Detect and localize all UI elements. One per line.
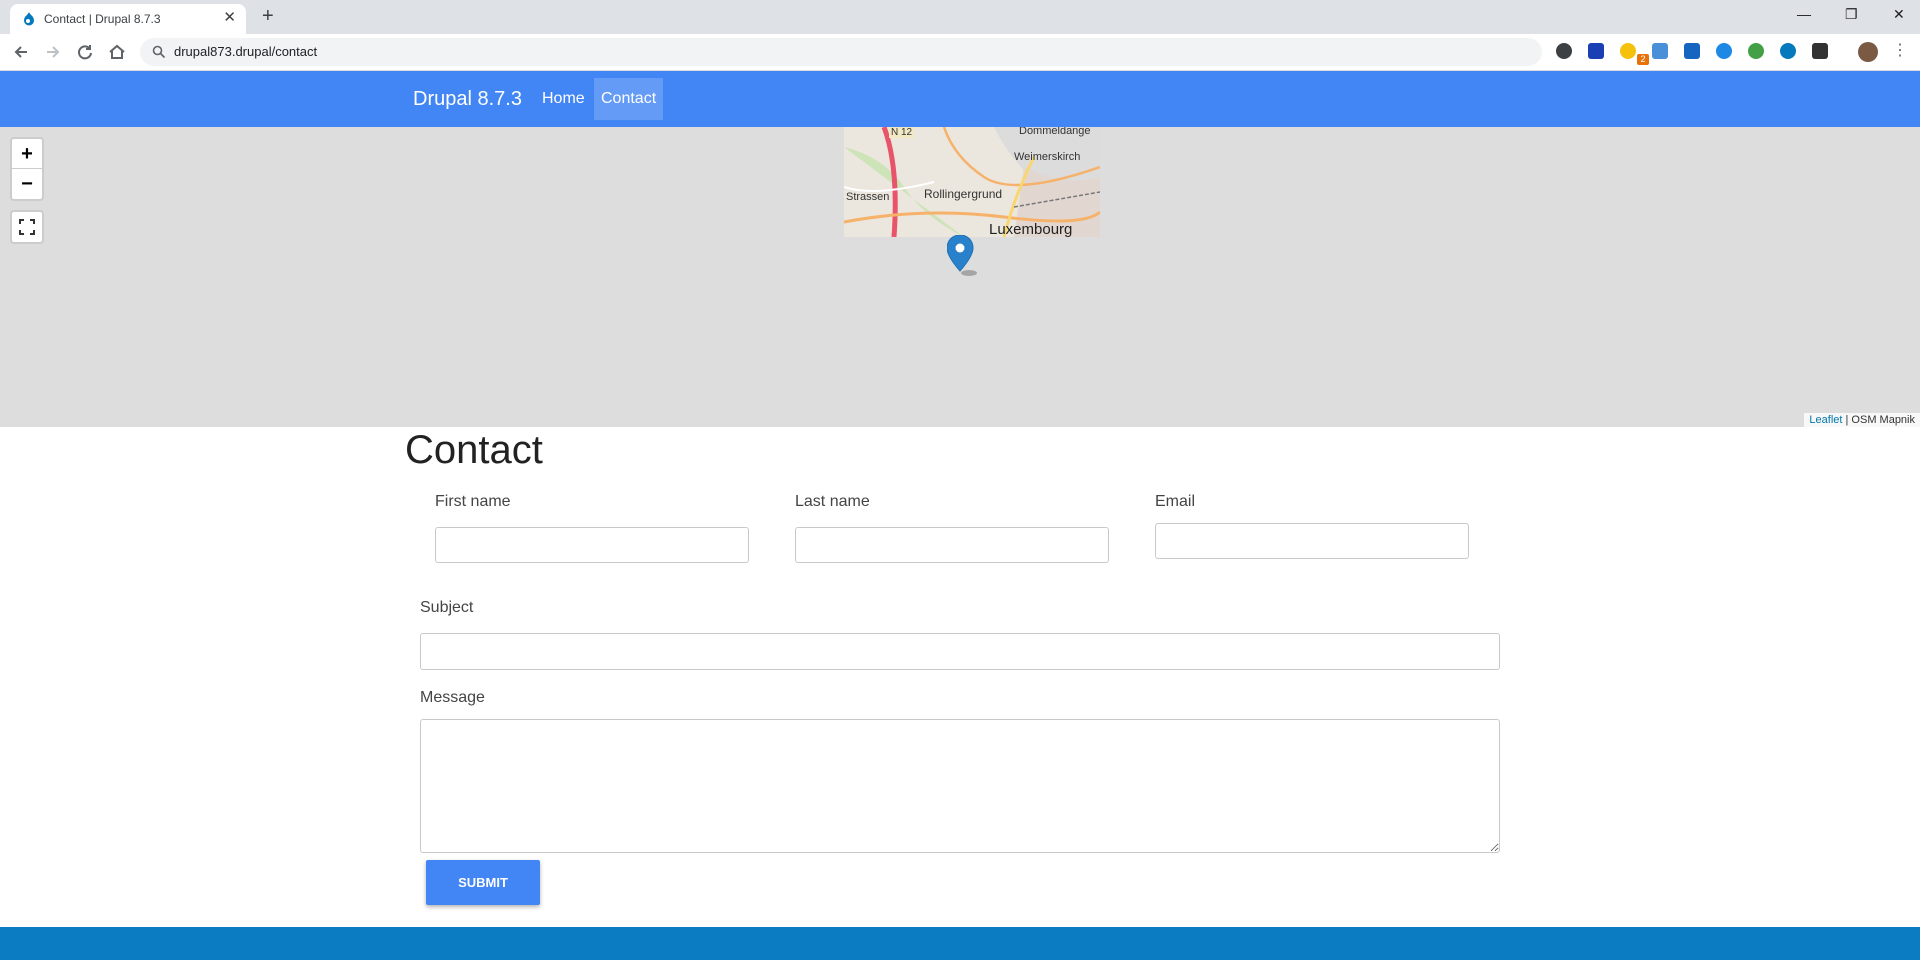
fullscreen-icon	[19, 219, 35, 235]
attribution-text: OSM Mapnik	[1851, 414, 1915, 426]
page-title: Contact	[405, 428, 543, 472]
tab-title: Contact | Drupal 8.7.3	[44, 12, 161, 26]
forward-icon[interactable]	[42, 41, 64, 63]
extension-3-icon[interactable]	[1620, 43, 1636, 59]
last-name-label: Last name	[795, 493, 870, 510]
address-url: drupal873.drupal/contact	[174, 44, 318, 59]
site-footer	[0, 927, 1920, 960]
map-label: Weimerskirch	[1014, 151, 1081, 163]
map-label: N 12	[889, 127, 915, 138]
drupal-favicon-icon	[24, 12, 34, 26]
subject-label: Subject	[420, 599, 474, 616]
leaflet-map[interactable]: N 12 Dommeldange Weimerskirch Strassen R…	[0, 127, 1920, 427]
zoom-out-button[interactable]: −	[12, 169, 42, 199]
map-marker-icon[interactable]	[947, 235, 977, 279]
extension-7-icon[interactable]	[1748, 43, 1764, 59]
home-icon[interactable]	[106, 41, 128, 63]
browser-toolbar: drupal873.drupal/contact 2 ⋮	[0, 34, 1920, 71]
first-name-field[interactable]	[435, 527, 749, 563]
map-attribution: Leaflet | OSM Mapnik	[1804, 413, 1920, 427]
zoom-in-button[interactable]: +	[12, 139, 42, 169]
extension-4-icon[interactable]	[1652, 43, 1668, 59]
address-bar[interactable]: drupal873.drupal/contact	[140, 38, 1542, 66]
search-icon	[152, 45, 166, 59]
subject-field[interactable]	[420, 633, 1500, 670]
map-tile: N 12 Dommeldange Weimerskirch Strassen R…	[844, 127, 1100, 237]
minimize-icon[interactable]: —	[1797, 6, 1811, 22]
email-field[interactable]	[1155, 523, 1469, 559]
nav-home-link[interactable]: Home	[535, 85, 592, 113]
restore-icon[interactable]: ❐	[1845, 6, 1858, 22]
new-tab-button[interactable]: +	[262, 6, 274, 26]
browser-tab[interactable]: Contact | Drupal 8.7.3 ✕	[10, 4, 246, 34]
extension-badge: 2	[1637, 54, 1649, 65]
map-label: Luxembourg	[989, 221, 1073, 237]
extension-2-icon[interactable]	[1588, 43, 1604, 59]
map-label: Rollingergrund	[924, 187, 1003, 201]
extension-1-icon[interactable]	[1556, 43, 1572, 59]
nav-contact-link[interactable]: Contact	[594, 78, 664, 120]
extension-6-icon[interactable]	[1716, 43, 1732, 59]
site-header: Drupal 8.7.3 Home Contact	[0, 71, 1920, 127]
map-label: Strassen	[846, 191, 890, 203]
profile-avatar[interactable]	[1858, 42, 1878, 62]
fullscreen-button[interactable]	[10, 210, 44, 244]
first-name-label: First name	[435, 493, 511, 510]
browser-tabstrip: Contact | Drupal 8.7.3 ✕ + — ❐ ✕	[0, 0, 1920, 34]
extension-5-icon[interactable]	[1684, 43, 1700, 59]
extension-9-icon[interactable]	[1812, 43, 1828, 59]
window-close-icon[interactable]: ✕	[1893, 6, 1905, 22]
leaflet-link[interactable]: Leaflet	[1809, 414, 1842, 426]
submit-button[interactable]: SUBMIT	[426, 860, 540, 905]
last-name-field[interactable]	[795, 527, 1109, 563]
tab-close-icon[interactable]: ✕	[223, 10, 236, 26]
zoom-control: + −	[10, 137, 44, 201]
map-label: Dommeldange	[1019, 127, 1091, 137]
message-label: Message	[420, 689, 485, 706]
message-field[interactable]	[420, 719, 1500, 853]
reload-icon[interactable]	[74, 41, 96, 63]
extension-8-icon[interactable]	[1780, 43, 1796, 59]
back-icon[interactable]	[10, 41, 32, 63]
site-name-link[interactable]: Drupal 8.7.3	[413, 88, 522, 111]
email-label: Email	[1155, 493, 1196, 510]
menu-kebab-icon[interactable]: ⋮	[1892, 41, 1908, 61]
